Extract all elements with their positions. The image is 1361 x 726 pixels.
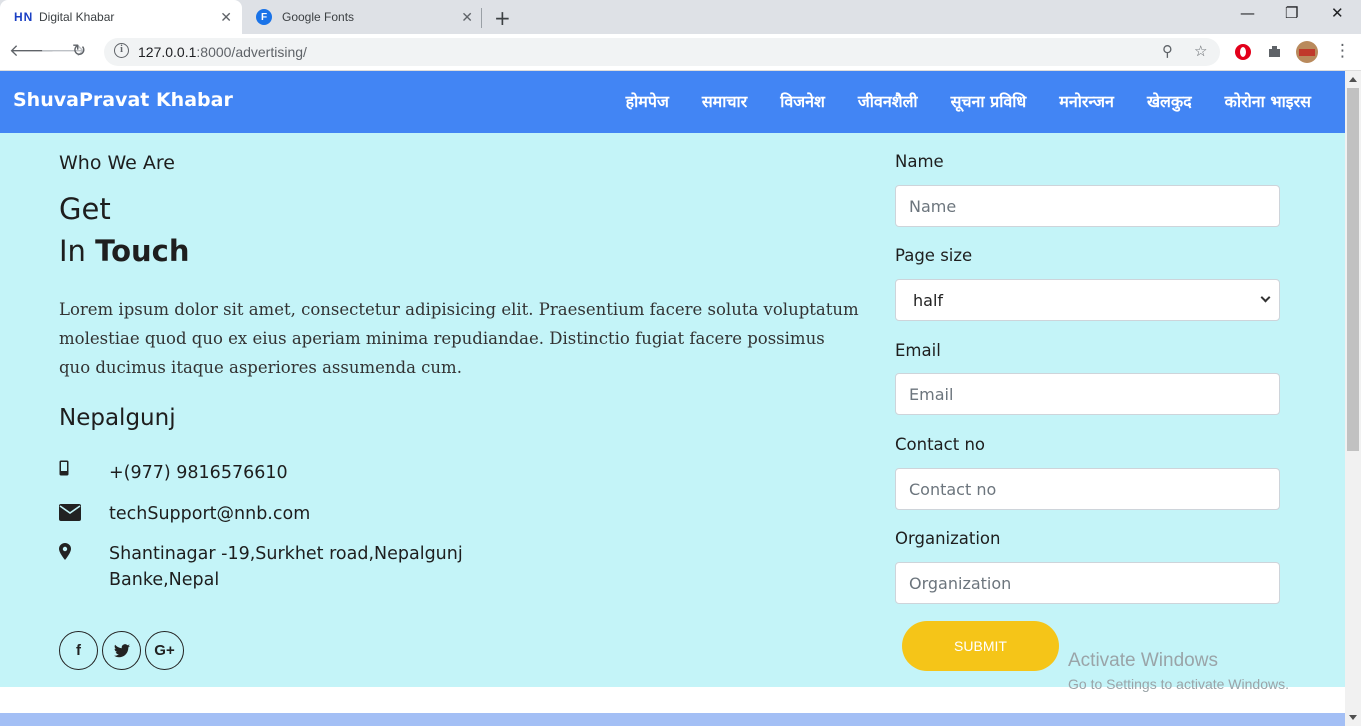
nav-link-lifestyle[interactable]: जीवनशैली [858,90,918,112]
organization-label: Organization [895,529,1001,548]
google-fonts-favicon-icon: F [256,9,272,25]
site-navbar: ShuvaPravat Khabar होमपेज समाचार विजनेश … [0,71,1345,133]
opera-icon[interactable] [1234,43,1252,61]
email-input[interactable] [895,373,1280,415]
submit-button[interactable]: SUBMIT [902,621,1059,671]
url-path: :8000/advertising/ [196,44,307,60]
tab-title: Google Fonts [282,10,355,24]
address-line-1: Shantinagar -19,Surkhet road,Nepalgunj [109,544,463,564]
close-icon[interactable]: ✕ [220,9,232,26]
page-scrollbar[interactable] [1345,71,1361,726]
tab-strip: HN Digital Khabar ✕ F Google Fonts ✕ + —… [0,0,1361,34]
tab-title: Digital Khabar [39,10,115,24]
phone-number: +(977) 9816576610 [109,463,288,483]
email-row: techSupport@nnb.com [59,501,310,527]
address-bar[interactable]: i 127.0.0.1:8000/advertising/ ⚲ ☆ [104,38,1220,66]
mobile-icon [59,460,109,486]
tab-google-fonts[interactable]: F Google Fonts ✕ [243,0,483,34]
nav-link-sports[interactable]: खेलकुद [1147,90,1192,112]
web-page: ShuvaPravat Khabar होमपेज समाचार विजनेश … [0,71,1345,726]
close-icon[interactable]: ✕ [461,9,473,26]
name-input[interactable] [895,185,1280,227]
menu-icon[interactable]: ⋮ [1334,41,1351,61]
name-label: Name [895,152,944,171]
nav-links: होमपेज समाचार विजनेश जीवनशैली सूचना प्रव… [626,90,1311,112]
phone-row: +(977) 9816576610 [59,460,288,486]
organization-input[interactable] [895,562,1280,604]
contact-section: Who We Are Get In Touch Lorem ipsum dolo… [0,133,1345,687]
restore-icon[interactable]: ❐ [1285,4,1298,22]
city-heading: Nepalgunj [59,405,176,431]
hn-favicon-icon: HN [14,10,34,24]
heading-line-1: Get [59,192,111,226]
reload-icon[interactable]: ↻ [72,41,86,61]
zoom-icon[interactable]: ⚲ [1162,42,1173,60]
intro-paragraph: Lorem ipsum dolor sit amet, consectetur … [59,300,859,377]
map-marker-icon [59,541,109,593]
heading-in: In [59,234,96,268]
info-icon[interactable]: i [114,43,129,58]
email-address: techSupport@nnb.com [109,504,311,524]
tab-separator [481,8,482,28]
browser-toolbar: 🡐 🡒 ↻ i 127.0.0.1:8000/advertising/ ⚲ ☆ … [0,34,1361,71]
star-icon[interactable]: ☆ [1194,42,1207,60]
contact-label: Contact no [895,435,985,454]
activate-windows-watermark: Activate Windows Go to Settings to activ… [1068,650,1289,692]
scroll-up-icon[interactable] [1349,77,1357,82]
facebook-icon[interactable]: f [59,631,98,670]
site-brand[interactable]: ShuvaPravat Khabar [13,89,233,111]
social-links: f G+ [59,631,184,670]
minimize-icon[interactable]: — [1240,4,1255,22]
google-plus-icon[interactable]: G+ [145,631,184,670]
section-heading: Get In Touch [59,188,190,272]
section-eyebrow: Who We Are [59,152,175,174]
window-close-icon[interactable]: ✕ [1331,4,1344,22]
contact-input[interactable] [895,468,1280,510]
address-line-2: Banke,Nepal [109,570,220,590]
watermark-title: Activate Windows [1068,650,1218,671]
watermark-subtitle: Go to Settings to activate Windows. [1068,676,1289,692]
nav-link-home[interactable]: होमपेज [626,90,669,112]
chevron-down-icon [1260,292,1271,303]
extensions-icon[interactable] [1266,43,1283,60]
address-row: Shantinagar -19,Surkhet road,Nepalgunj B… [59,541,463,593]
scroll-thumb[interactable] [1347,88,1359,451]
tab-digital-khabar[interactable]: HN Digital Khabar ✕ [0,0,242,34]
url-text[interactable]: 127.0.0.1:8000/advertising/ [138,44,307,60]
email-label: Email [895,341,941,360]
scroll-down-icon[interactable] [1349,715,1357,720]
avatar[interactable] [1295,40,1319,64]
heading-bold: Touch [95,234,190,268]
twitter-icon[interactable] [102,631,141,670]
page-size-value: half [913,290,944,310]
footer-strip [0,713,1345,726]
nav-link-news[interactable]: समाचार [702,90,747,112]
nav-link-business[interactable]: विजनेश [780,90,825,112]
address: Shantinagar -19,Surkhet road,Nepalgunj B… [109,541,463,593]
url-host: 127.0.0.1 [138,44,197,60]
nav-link-entertainment[interactable]: मनोरन्जन [1059,90,1114,112]
nav-link-corona[interactable]: कोरोना भाइरस [1225,90,1311,112]
heading-line-2: In Touch [59,230,190,272]
page-size-select[interactable]: half [895,279,1280,321]
nav-link-technology[interactable]: सूचना प्रविधि [951,90,1027,112]
new-tab-icon[interactable]: + [494,6,511,30]
envelope-icon [59,501,109,527]
page-size-label: Page size [895,246,973,265]
